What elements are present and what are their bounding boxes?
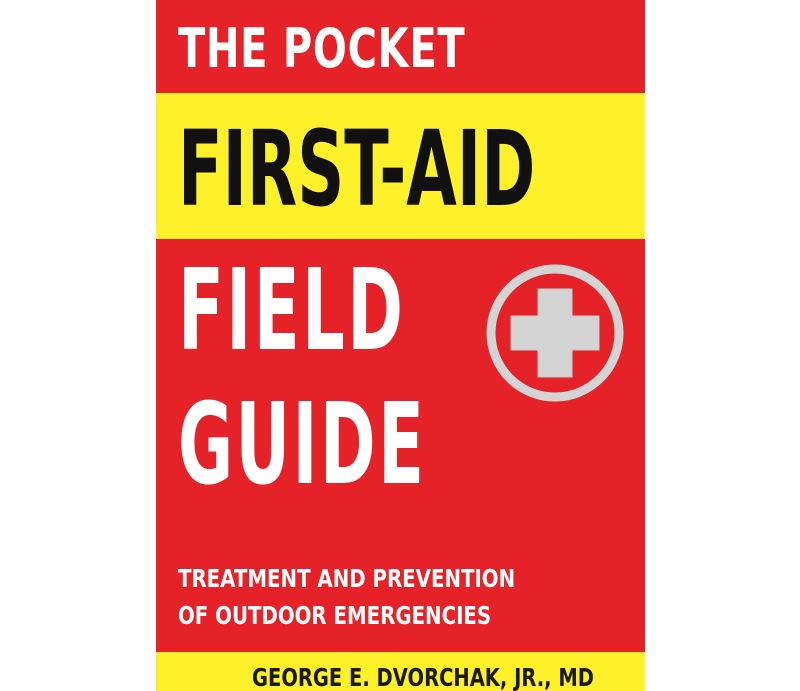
subtitle-line-2: OF OUTDOOR EMERGENCIES [178,601,492,630]
medical-cross-icon [486,264,624,402]
book-cover: THE POCKET FIRST-AID FIELD GUIDE TREATME… [156,0,645,691]
title-line-field: FIELD [178,246,406,376]
author-name: GEORGE E. DVORCHAK, JR., MD [252,663,594,691]
title-line-guide: GUIDE [178,380,427,510]
subtitle-line-1: TREATMENT AND PREVENTION [178,564,516,593]
page: THE POCKET FIRST-AID FIELD GUIDE TREATME… [0,0,800,691]
title-line-first-aid: FIRST-AID [178,108,536,230]
title-line-the-pocket: THE POCKET [178,17,466,80]
